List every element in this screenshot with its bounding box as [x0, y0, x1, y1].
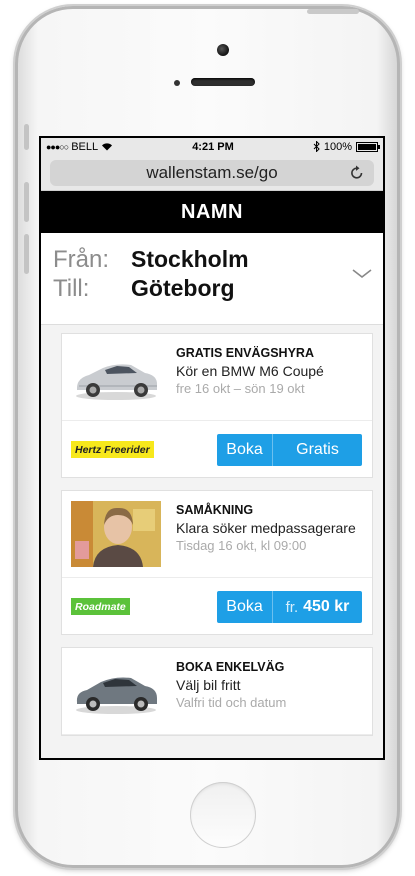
offer-card: GRATIS ENVÄGSHYRA Kör en BMW M6 Coupé fr…	[61, 333, 373, 478]
status-bar: ●●●○○ BELL 4:21 PM 100%	[41, 138, 383, 155]
book-button[interactable]: Boka Gratis	[217, 434, 362, 466]
battery-percent: 100%	[323, 140, 352, 153]
wifi-icon	[102, 143, 113, 151]
card-dates: Tisdag 16 okt, kl 09:00	[176, 538, 307, 553]
card-title: GRATIS ENVÄGSHYRA	[176, 346, 314, 360]
route-from: Från: Stockholm	[53, 246, 249, 274]
reload-icon[interactable]	[350, 165, 364, 181]
book-label: Boka	[217, 591, 273, 623]
card-dates: Valfri tid och datum	[176, 695, 287, 710]
url-field[interactable]: wallenstam.se/go	[50, 159, 374, 186]
signal-icon: ●●●○○	[46, 141, 69, 152]
bluetooth-icon	[313, 141, 320, 152]
price-label: fr. 450 kr	[273, 591, 362, 623]
book-button[interactable]: Boka fr. 450 kr	[217, 591, 362, 623]
carrier-label: BELL	[71, 140, 99, 153]
mute-switch	[24, 124, 29, 150]
price-prefix: fr.	[285, 598, 299, 616]
from-label: Från:	[53, 246, 110, 273]
card-dates: fre 16 okt – sön 19 okt	[176, 381, 305, 396]
price-label: Gratis	[296, 441, 339, 458]
from-value: Stockholm	[131, 246, 249, 272]
offer-card: BOKA ENKELVÄG Välj bil fritt Valfri tid …	[61, 647, 373, 736]
price-value: 450 kr	[303, 598, 350, 615]
card-description: Klara söker medpassagerare	[176, 520, 356, 536]
volume-up-button	[24, 182, 29, 222]
app-title: NAMN	[181, 200, 243, 223]
battery-icon	[355, 141, 380, 152]
card-description: Välj bil fritt	[176, 677, 241, 693]
card-title: SAMÅKNING	[176, 503, 254, 517]
volume-down-button	[24, 234, 29, 274]
route-selector[interactable]: Från: Stockholm Till: Göteborg	[41, 233, 383, 325]
phone-screen: ●●●○○ BELL 4:21 PM 100% wallenstam.se/go…	[39, 136, 385, 760]
book-label: Boka	[217, 434, 273, 466]
card-title: BOKA ENKELVÄG	[176, 660, 285, 674]
clock-time: 4:21 PM	[192, 140, 234, 153]
earpiece-speaker	[191, 78, 255, 86]
person-photo	[71, 501, 161, 567]
offer-list: GRATIS ENVÄGSHYRA Kör en BMW M6 Coupé fr…	[41, 325, 383, 758]
provider-badge: Hertz Freerider	[71, 441, 154, 458]
app-header: NAMN	[41, 191, 383, 233]
chevron-down-icon[interactable]	[351, 267, 373, 281]
url-text: wallenstam.se/go	[146, 162, 278, 182]
car-icon	[76, 677, 157, 714]
route-to: Till: Göteborg	[53, 275, 235, 303]
power-button	[307, 9, 359, 14]
car-icon	[76, 364, 157, 400]
front-camera	[217, 44, 229, 56]
to-value: Göteborg	[131, 275, 235, 301]
home-button[interactable]	[190, 782, 256, 848]
to-label: Till:	[53, 275, 90, 302]
provider-badge: Roadmate	[71, 598, 130, 615]
browser-address-bar: wallenstam.se/go	[41, 155, 383, 191]
card-description: Kör en BMW M6 Coupé	[176, 363, 324, 379]
offer-card: SAMÅKNING Klara söker medpassagerare Tis…	[61, 490, 373, 635]
proximity-sensor	[174, 80, 180, 86]
